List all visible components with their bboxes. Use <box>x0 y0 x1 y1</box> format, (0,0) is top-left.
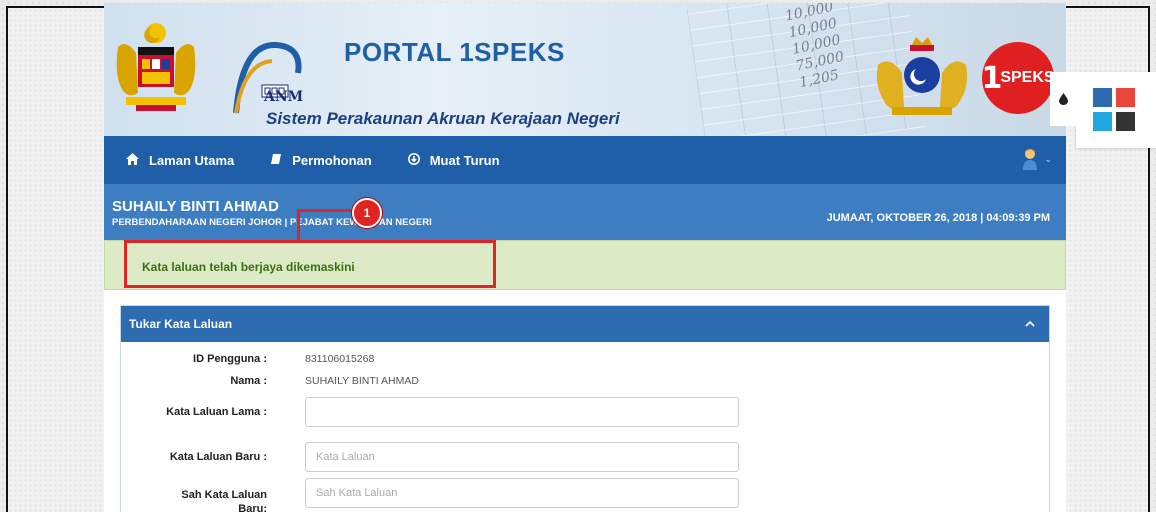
user-name: SUHAILY BINTI AHMAD <box>112 198 279 215</box>
annotation-connector <box>297 209 355 212</box>
panel-title: Tukar Kata Laluan <box>129 317 233 331</box>
nav-label: Permohonan <box>292 152 372 168</box>
malaysia-coat-of-arms-logo <box>116 23 196 111</box>
panel-header[interactable]: Tukar Kata Laluan <box>121 306 1049 342</box>
home-icon <box>126 152 139 168</box>
download-icon <box>407 152 420 168</box>
confirm-password-label: Sah Kata Laluan Baru: <box>181 489 267 512</box>
user-menu[interactable]: ⌄ <box>1022 148 1052 170</box>
old-password-label: Kata Laluan Lama : <box>166 406 267 418</box>
new-password-label: Kata Laluan Baru : <box>169 451 267 463</box>
confirm-password-input[interactable] <box>305 478 739 508</box>
main-nav: Laman Utama Permohonan Muat Turun ⌄ <box>104 136 1066 184</box>
nav-laman-utama[interactable]: Laman Utama <box>126 152 235 168</box>
book-icon <box>270 153 282 168</box>
user-department: PERBENDAHARAAN NEGERI JOHOR | PEJABAT KE… <box>112 217 432 228</box>
color-drop-icon[interactable] <box>1050 72 1076 126</box>
johor-coat-of-arms-logo <box>876 37 968 115</box>
change-password-panel: Tukar Kata Laluan ID Pengguna : 83110601… <box>120 305 1050 512</box>
nav-muat-turun[interactable]: Muat Turun <box>407 152 500 168</box>
anm-text: ANM <box>264 89 304 105</box>
nav-permohonan[interactable]: Permohonan <box>270 152 372 168</box>
annotation-marker: 1 <box>352 198 382 228</box>
theme-swatch-blue[interactable] <box>1093 88 1112 107</box>
portal-subtitle: Sistem Perakaunan Akruan Kerajaan Negeri <box>266 109 620 128</box>
user-avatar-icon <box>1023 149 1038 170</box>
header-banner: 10,000 10,000 10,000 75,000 1,205 ANM PO… <box>104 3 1066 136</box>
theme-swatch-red[interactable] <box>1116 88 1135 107</box>
current-datetime: JUMAAT, OKTOBER 26, 2018 | 04:09:39 PM <box>826 212 1050 224</box>
user-header: SUHAILY BINTI AHMAD PERBENDAHARAAN NEGER… <box>104 184 1066 240</box>
user-id-value: 831106015268 <box>305 353 375 365</box>
user-id-label: ID Pengguna : <box>193 353 267 365</box>
name-value: SUHAILY BINTI AHMAD <box>305 375 419 387</box>
theme-swatch-dark[interactable] <box>1116 112 1135 131</box>
theme-swatch-lightblue[interactable] <box>1093 112 1112 131</box>
collapse-chevron-icon[interactable] <box>1025 316 1035 330</box>
annotation-connector <box>297 209 300 240</box>
old-password-input[interactable] <box>305 397 739 427</box>
chevron-down-icon: ⌄ <box>1044 153 1052 164</box>
nav-label: Laman Utama <box>149 152 235 168</box>
1speks-logo: 1 SPEKS <box>981 42 1055 114</box>
theme-switcher <box>1050 72 1156 148</box>
nav-label: Muat Turun <box>429 152 500 168</box>
new-password-input[interactable] <box>305 442 739 472</box>
name-label: Nama : <box>230 375 267 387</box>
annotation-highlight-box <box>124 240 496 288</box>
portal-title: PORTAL 1SPEKS <box>344 37 565 67</box>
